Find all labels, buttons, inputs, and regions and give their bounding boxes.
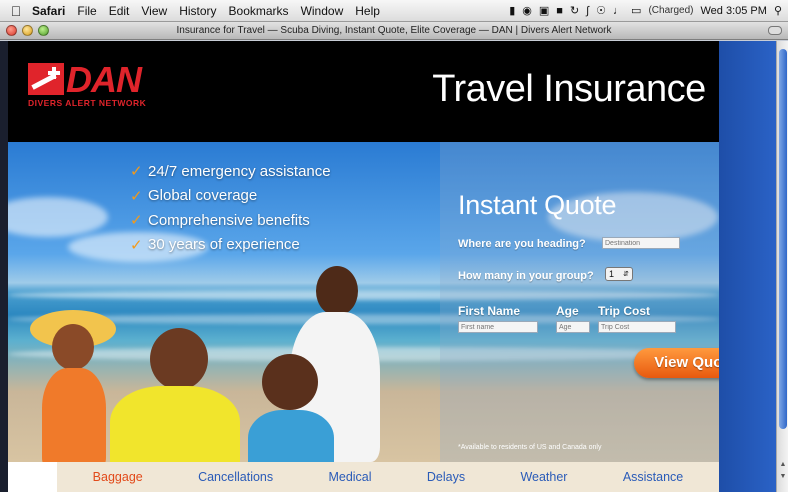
group-size-value: 1 (609, 269, 615, 279)
view-quote-button[interactable]: View Quote (634, 348, 719, 378)
menu-bookmarks[interactable]: Bookmarks (223, 4, 295, 18)
battery-status: (Charged) (648, 5, 694, 16)
zoom-window-button[interactable] (38, 25, 49, 36)
status-icon-2[interactable]: ◉ (522, 4, 532, 17)
group-size-label: How many in your group? (458, 270, 594, 282)
photo-person-boy (100, 328, 240, 462)
minimize-window-button[interactable] (22, 25, 33, 36)
nav-weather[interactable]: Weather (520, 470, 567, 484)
menu-window[interactable]: Window (295, 4, 350, 18)
menu-bar:  Safari File Edit View History Bookmark… (0, 0, 788, 22)
site-header: DAN DIVERS ALERT NETWORK Travel Insuranc… (8, 41, 719, 142)
checkmark-icon: ✓ (130, 187, 143, 205)
nav-cancellations[interactable]: Cancellations (198, 470, 273, 484)
first-name-label: First Name (458, 304, 521, 318)
dan-logo[interactable]: DAN (28, 59, 142, 100)
vertical-scrollbar[interactable]: ▲ ▼ (776, 41, 788, 492)
battery-icon[interactable]: ▭ (631, 4, 641, 17)
checkmark-icon: ✓ (130, 163, 143, 181)
photo-person-girl (234, 354, 344, 462)
volume-icon[interactable]: ♩ (613, 5, 624, 17)
trip-cost-label: Trip Cost (598, 304, 651, 318)
checkmark-icon: ✓ (130, 212, 143, 230)
page-left-gutter (0, 41, 8, 492)
checkmark-icon: ✓ (130, 236, 143, 254)
destination-input[interactable] (602, 237, 680, 249)
time-machine-icon[interactable]: ↻ (570, 4, 579, 17)
trip-cost-input[interactable] (598, 321, 676, 333)
status-icon-4[interactable]: ■ (556, 5, 563, 17)
menu-view[interactable]: View (135, 4, 173, 18)
window-title: Insurance for Travel — Scuba Diving, Ins… (176, 25, 612, 36)
toolbar-toggle-button[interactable] (768, 26, 782, 35)
scroll-down-arrow-icon[interactable]: ▼ (779, 473, 787, 480)
select-arrows-icon: ⇵ (623, 271, 629, 278)
nav-spacer (8, 462, 57, 492)
age-input[interactable] (556, 321, 590, 333)
benefit-item: ✓ Global coverage (130, 187, 258, 205)
destination-label: Where are you heading? (458, 238, 586, 250)
quote-title: Instant Quote (458, 190, 617, 220)
scroll-up-arrow-icon[interactable]: ▲ (779, 461, 787, 468)
window-title-bar: Insurance for Travel — Scuba Diving, Ins… (0, 22, 788, 40)
benefit-item: ✓ 30 years of experience (130, 236, 300, 254)
status-icon-3[interactable]: ▣ (539, 4, 549, 17)
logo-subtitle: DIVERS ALERT NETWORK (28, 98, 147, 108)
nav-baggage[interactable]: Baggage (93, 470, 143, 484)
cloud (8, 197, 108, 237)
window-controls (6, 25, 49, 36)
hero-banner: ✓ 24/7 emergency assistance ✓ Global cover… (8, 142, 719, 462)
benefit-item: ✓ 24/7 emergency assistance (130, 162, 331, 181)
apple-menu-icon[interactable]:  (6, 3, 26, 19)
nav-delays[interactable]: Delays (427, 470, 465, 484)
dive-flag-icon (28, 63, 64, 95)
web-page: DAN DIVERS ALERT NETWORK Travel Insuranc… (0, 41, 776, 492)
first-name-input[interactable] (458, 321, 538, 333)
scrollbar-thumb[interactable] (779, 49, 787, 429)
nav-assistance[interactable]: Assistance (623, 470, 683, 484)
bluetooth-icon[interactable]: ∫ (586, 5, 589, 17)
status-icon-1[interactable]: ▮ (509, 4, 515, 17)
age-label: Age (556, 304, 579, 318)
menu-edit[interactable]: Edit (103, 4, 136, 18)
instant-quote-panel: Instant Quote Where are you heading? How… (440, 142, 719, 462)
page-right-gutter (719, 41, 776, 492)
coverage-nav: Baggage Cancellations Medical Delays Wea… (57, 462, 719, 492)
spotlight-icon[interactable]: ⚲ (774, 4, 782, 17)
close-window-button[interactable] (6, 25, 17, 36)
nav-medical[interactable]: Medical (328, 470, 371, 484)
group-size-select[interactable]: 1 ⇵ (605, 267, 633, 281)
menu-app-name[interactable]: Safari (26, 4, 71, 18)
menu-help[interactable]: Help (349, 4, 386, 18)
menu-file[interactable]: File (71, 4, 102, 18)
menu-history[interactable]: History (173, 4, 222, 18)
wifi-icon[interactable]: ☉ (596, 4, 606, 17)
page-title: Travel Insurance (432, 68, 706, 110)
status-area: ▮ ◉ ▣ ■ ↻ ∫ ☉ ♩ ▭ (Charged) Wed 3:05 PM … (509, 4, 782, 18)
benefit-list: ✓ 24/7 emergency assistance ✓ Global cover… (130, 159, 331, 257)
clock[interactable]: Wed 3:05 PM (700, 5, 766, 17)
benefit-item: ✓ Comprehensive benefits (130, 211, 310, 230)
eligibility-note: *Available to residents of US and Canada… (458, 444, 602, 451)
logo-text: DAN (66, 59, 142, 100)
